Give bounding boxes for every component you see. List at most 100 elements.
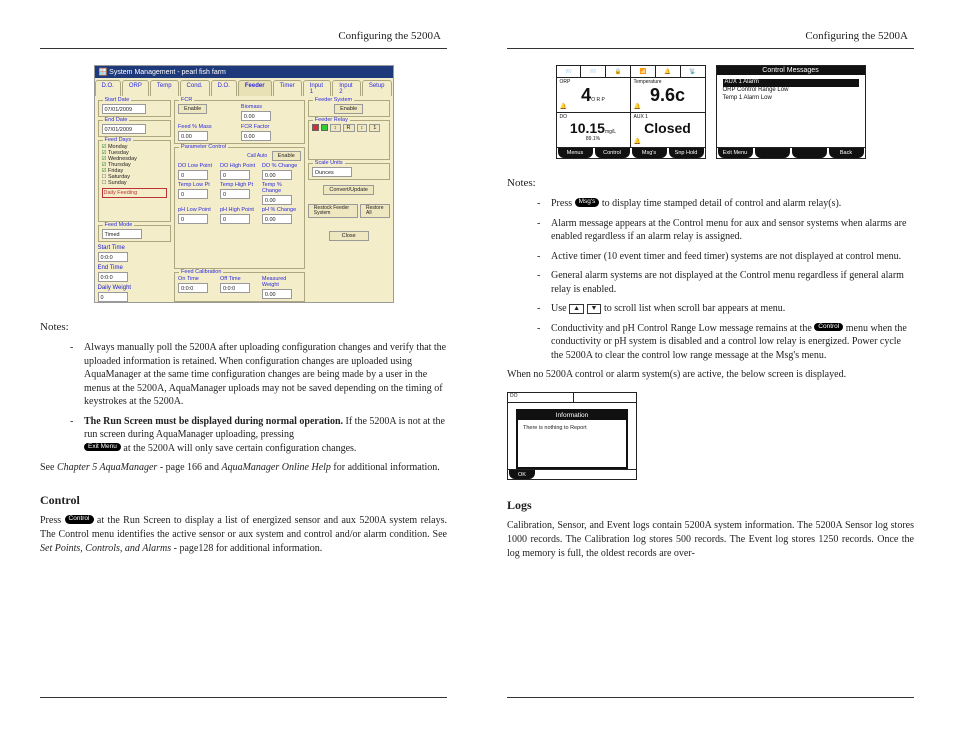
do-low-input[interactable]: 0 [178,170,208,180]
relay-up-button[interactable]: ↕ [330,124,341,132]
alarm-icon: 🔔 [656,66,681,77]
feed-calibration-group: Feed Calibration On Time0:0:0 Off Time0:… [174,272,305,302]
feed-mode-select[interactable]: Timed [102,229,142,239]
daily-weight-input[interactable]: 0 [98,292,128,302]
left-content: 🪟 System Management - pearl fish farm D.… [40,65,447,685]
tab-setup[interactable]: Setup [362,80,392,96]
when-no-control-para: When no 5200A control or alarm system(s)… [507,368,914,382]
feed-pct-input[interactable]: 0.00 [178,131,208,141]
ok-softkey[interactable]: OK [509,470,535,479]
app-icon: 🪟 [99,69,110,76]
tab-row: D.O. ORP Temp Cond. D.O. Feeder Timer In… [95,80,393,96]
end-date-input[interactable]: 07/01/2009 [102,124,146,134]
relay-led-red[interactable] [312,124,319,131]
param-control-group: Parameter Control Call Auto Enable DO Lo… [174,147,305,269]
feeder-sys-enable-button[interactable]: Enable [334,104,363,114]
tab-cond[interactable]: Cond. [180,80,210,96]
menus-softkey[interactable]: Menus [558,148,593,158]
do-high-input[interactable]: 0 [220,170,250,180]
right-note-4: General alarm systems are not displayed … [537,269,914,296]
blank-softkey-1 [755,148,790,158]
restock-button[interactable]: Restock Feeder System [308,204,358,218]
close-button[interactable]: Close [329,231,369,241]
msgs-icon: Msg's [575,198,600,207]
footer-divider-left [40,697,447,698]
snphold-softkey[interactable]: Snp Hold [669,148,704,158]
control-heading: Control [40,493,447,508]
up-arrow-icon: ▲ [569,304,584,314]
bell-icon-3: 🔔 [634,138,641,145]
control-messages-body: AUX 1 Alarm ORP Control Range Low Temp 1… [717,75,865,147]
do-cell: DO 10.15mg/L 89.1% [557,113,631,148]
signal-icon: 📶 [631,66,656,77]
logs-para: Calibration, Sensor, and Event logs cont… [507,519,914,561]
right-note-6: Conductivity and pH Control Range Low me… [537,322,914,363]
msg-aux1-alarm[interactable]: AUX 1 Alarm [723,79,859,87]
tab-timer[interactable]: Timer [273,80,302,96]
msg-temp-low[interactable]: Temp 1 Alarm Low [723,95,859,103]
end-time-input[interactable]: 0:0:0 [98,272,128,282]
control-messages-title: Control Messages [717,66,865,75]
fcr-factor-input[interactable]: 0.00 [241,131,271,141]
right-page: Configuring the 5200A 📨 📨 🔒 📶 🔔 📡 ORP 🔔 [477,0,954,738]
measured-wt-input[interactable]: 0.00 [262,289,292,299]
off-time-input[interactable]: 0:0:0 [220,283,250,293]
start-date-input[interactable]: 07/01/2009 [102,104,146,114]
temp-cell: Temperature 🔔 9.6c [631,78,705,113]
control-softkey[interactable]: Control [595,148,630,158]
ph-low-input[interactable]: 0 [178,214,208,224]
relay-led-green[interactable] [321,124,328,131]
on-time-input[interactable]: 0:0:0 [178,283,208,293]
feeder-system-group: Feeder System Enable [308,100,390,117]
orp-cell: ORP 🔔 4O R P [557,78,631,113]
start-date-group: Start Date 07/01/2009 [98,100,172,117]
tab-input1[interactable]: Input 1 [303,80,332,96]
relay-r-button[interactable]: R [343,124,355,132]
msg-orp-low[interactable]: ORP Control Range Low [723,87,859,95]
exit-menu-icon: Exit Menu [84,443,121,452]
msgs-softkey[interactable]: Msg's [632,148,667,158]
back-softkey[interactable]: Back [829,148,864,158]
down-arrow-icon: ▼ [587,304,602,314]
do-change-input[interactable]: 0.00 [262,170,292,180]
blank-softkey-2 [792,148,827,158]
fcr-group: FCR Enable Biomass0.00 Feed % Mass0.00 F… [174,100,305,144]
convert-update-button[interactable]: Convert/Update [323,185,374,195]
biomass-input[interactable]: 0.00 [241,111,271,121]
start-time-input[interactable]: 0:0:0 [98,252,128,262]
tab-do2[interactable]: D.O. [211,80,237,96]
temp-change-input[interactable]: 0.00 [262,195,292,205]
temp-high-input[interactable]: 0 [220,189,250,199]
param-enable-button[interactable]: Enable [272,151,301,161]
notes-heading-left: Notes: [40,321,447,333]
right-note-1: Press Msg's to display time stamped deta… [537,197,914,211]
page-header-right: Configuring the 5200A [507,30,914,49]
info-title: Information [518,411,626,420]
chk-sunday[interactable]: Sunday [102,180,168,186]
temp-low-input[interactable]: 0 [178,189,208,199]
relay-1-button[interactable]: 1 [369,124,380,132]
exitmenu-softkey[interactable]: Exit Menu [718,148,753,158]
feed-days-group: Feed Days Monday Tuesday Wednesday Thurs… [98,140,172,222]
lcd-run-screen: 📨 📨 🔒 📶 🔔 📡 ORP 🔔 4O R P Temperature [556,65,706,159]
restore-all-button[interactable]: Restore All [360,204,390,218]
scale-units-select[interactable]: Ounces [312,167,352,177]
right-note-3: Active timer (10 event timer and feed ti… [537,250,914,264]
fcr-enable-button[interactable]: Enable [178,104,207,114]
end-date-group: End Date 07/01/2009 [98,120,172,137]
info-text: There is nothing to Report [518,423,626,433]
relay-down-button[interactable]: ↕ [357,124,368,132]
tab-orp[interactable]: ORP [122,80,149,96]
tab-temp[interactable]: Temp [150,80,179,96]
right-notes-list: Press Msg's to display time stamped deta… [507,197,914,362]
ph-change-input[interactable]: 0.00 [262,214,292,224]
control-icon: Control [65,515,94,524]
right-note-2: Alarm message appears at the Control men… [537,217,914,244]
tab-feeder[interactable]: Feeder [238,80,272,96]
tab-input2[interactable]: Input 2 [332,80,361,96]
tab-do[interactable]: D.O. [95,80,121,96]
see-chapter-para: See Chapter 5 AquaManager - page 166 and… [40,461,447,475]
left-note-2: The Run Screen must be displayed during … [70,415,447,456]
ph-high-input[interactable]: 0 [220,214,250,224]
mail-icon: 📨 [557,66,582,77]
